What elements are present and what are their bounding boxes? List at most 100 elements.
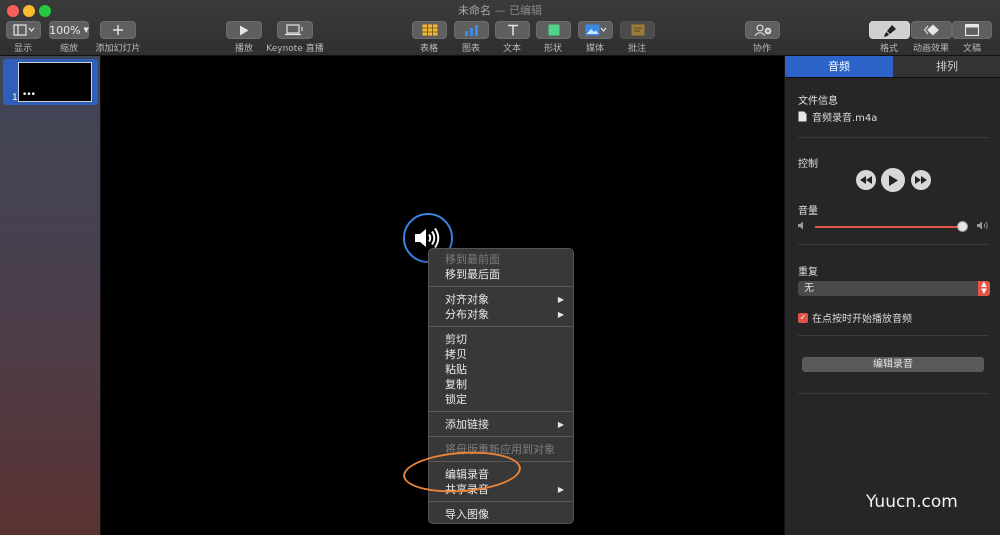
watermark: Yuucn.com xyxy=(866,492,958,512)
shape-icon xyxy=(548,24,559,36)
window-toolbar: 未命名 — 已编辑 显示 100% ▼ 缩放 添加幻灯片 播放 Keynote … xyxy=(0,0,1000,56)
repeat-value: 无 xyxy=(804,283,814,294)
comment-label: 批注 xyxy=(627,44,647,54)
menu-item-copy[interactable]: 拷贝 xyxy=(429,347,573,362)
slide-number: 1 xyxy=(12,93,18,103)
document-label: 文稿 xyxy=(962,44,982,54)
menu-item-share-recording[interactable]: 共享录音 ▶ xyxy=(429,482,573,497)
context-menu: 移到最前面 移到最后面 对齐对象 ▶ 分布对象 ▶ 剪切 拷贝 粘贴 复制 锁定 添… xyxy=(428,248,574,524)
collaborate-icon xyxy=(754,24,771,36)
comment-button[interactable] xyxy=(620,21,655,39)
text-button[interactable] xyxy=(495,21,530,39)
view-button[interactable] xyxy=(6,21,41,39)
keynote-live-button[interactable] xyxy=(277,21,313,39)
chart-button[interactable] xyxy=(454,21,489,39)
volume-high-icon xyxy=(977,221,988,230)
chevron-down-icon: ▼ xyxy=(83,26,89,34)
menu-item-edit-recording[interactable]: 编辑录音 xyxy=(429,467,573,482)
slide-navigator: 1 ••• xyxy=(0,56,101,535)
menu-separator xyxy=(429,411,573,412)
rewind-icon xyxy=(860,176,872,184)
controls-title: 控制 xyxy=(798,159,818,170)
menu-separator xyxy=(429,501,573,502)
file-info-row: 音频录音.m4a xyxy=(798,109,877,124)
comment-icon xyxy=(631,24,644,36)
menu-separator xyxy=(429,436,573,437)
plus-icon xyxy=(113,25,123,35)
file-info-title: 文件信息 xyxy=(798,96,838,107)
repeat-title: 重复 xyxy=(798,267,818,278)
menu-separator xyxy=(429,286,573,287)
format-button[interactable] xyxy=(869,21,910,39)
speaker-icon xyxy=(415,227,440,249)
menu-item-bring-to-front[interactable]: 移到最前面 xyxy=(429,252,573,267)
edit-recording-button[interactable]: 编辑录音 xyxy=(802,357,984,372)
format-inspector: 音频 排列 文件信息 音频录音.m4a 控制 音量 重复 无 ▲ ▼ ✓ 在点按… xyxy=(784,56,1000,535)
menu-item-paste[interactable]: 粘贴 xyxy=(429,362,573,377)
menu-item-align-objects[interactable]: 对齐对象 ▶ xyxy=(429,292,573,307)
audio-play-button[interactable] xyxy=(881,168,905,192)
start-on-click-label: 在点按时开始播放音频 xyxy=(812,314,912,325)
divider xyxy=(798,244,988,245)
play-label: 播放 xyxy=(234,44,254,54)
collaborate-label: 协作 xyxy=(752,44,772,54)
zoom-select[interactable]: 100% ▼ xyxy=(49,21,89,39)
menu-item-lock[interactable]: 锁定 xyxy=(429,392,573,407)
volume-title: 音量 xyxy=(798,206,818,217)
volume-low-icon xyxy=(798,221,803,230)
divider xyxy=(798,393,988,394)
slide-more-icon: ••• xyxy=(22,90,36,100)
zoom-value: 100% xyxy=(49,23,81,37)
zoom-label: 缩放 xyxy=(59,44,79,54)
chart-icon xyxy=(464,25,478,36)
text-label: 文本 xyxy=(502,44,522,54)
menu-item-distribute-objects[interactable]: 分布对象 ▶ xyxy=(429,307,573,322)
submenu-arrow-icon: ▶ xyxy=(557,295,564,304)
divider xyxy=(798,137,988,138)
menu-item-import-image[interactable]: 导入图像 xyxy=(429,507,573,522)
volume-slider-knob[interactable] xyxy=(956,221,968,232)
collaborate-button[interactable] xyxy=(745,21,780,39)
text-icon xyxy=(507,24,518,36)
start-on-click-checkbox[interactable]: ✓ xyxy=(798,312,808,323)
paintbrush-icon xyxy=(883,24,896,37)
menu-separator xyxy=(429,461,573,462)
play-icon xyxy=(240,25,249,35)
menu-item-cut[interactable]: 剪切 xyxy=(429,332,573,347)
fast-forward-button[interactable] xyxy=(911,170,931,190)
menu-item-send-to-back[interactable]: 移到最后面 xyxy=(429,267,573,282)
stepper-icon: ▲ ▼ xyxy=(978,281,990,296)
animate-button[interactable] xyxy=(911,21,952,39)
table-label: 表格 xyxy=(419,44,439,54)
shape-label: 形状 xyxy=(543,44,563,54)
document-button[interactable] xyxy=(952,21,992,39)
window-title: 未命名 — 已编辑 xyxy=(458,4,542,17)
media-icon xyxy=(585,24,606,36)
animate-icon xyxy=(923,24,939,36)
keynote-live-label: Keynote 直播 xyxy=(266,44,324,54)
document-icon xyxy=(965,24,979,36)
fast-forward-icon xyxy=(915,176,927,184)
volume-slider-track[interactable] xyxy=(815,226,967,228)
table-button[interactable] xyxy=(412,21,447,39)
submenu-arrow-icon: ▶ xyxy=(557,420,564,429)
menu-item-duplicate[interactable]: 复制 xyxy=(429,377,573,392)
submenu-arrow-icon: ▶ xyxy=(557,485,564,494)
table-icon xyxy=(422,24,437,36)
view-icon xyxy=(12,24,34,36)
slide-thumbnail-selected[interactable]: 1 ••• xyxy=(3,59,98,105)
shape-button[interactable] xyxy=(536,21,571,39)
menu-separator xyxy=(429,326,573,327)
inspector-tabs: 音频 排列 xyxy=(785,56,1000,78)
menu-item-reapply-master[interactable]: 将母版重新应用到对象 xyxy=(429,442,573,457)
media-button[interactable] xyxy=(578,21,613,39)
menu-item-add-link[interactable]: 添加链接 ▶ xyxy=(429,417,573,432)
rewind-button[interactable] xyxy=(856,170,876,190)
tab-audio[interactable]: 音频 xyxy=(785,56,893,78)
divider xyxy=(798,335,988,336)
tab-arrange[interactable]: 排列 xyxy=(893,56,1000,78)
play-button[interactable] xyxy=(226,21,262,39)
view-label: 显示 xyxy=(13,44,33,54)
repeat-select[interactable]: 无 ▲ ▼ xyxy=(798,281,990,296)
add-slide-button[interactable] xyxy=(100,21,136,39)
